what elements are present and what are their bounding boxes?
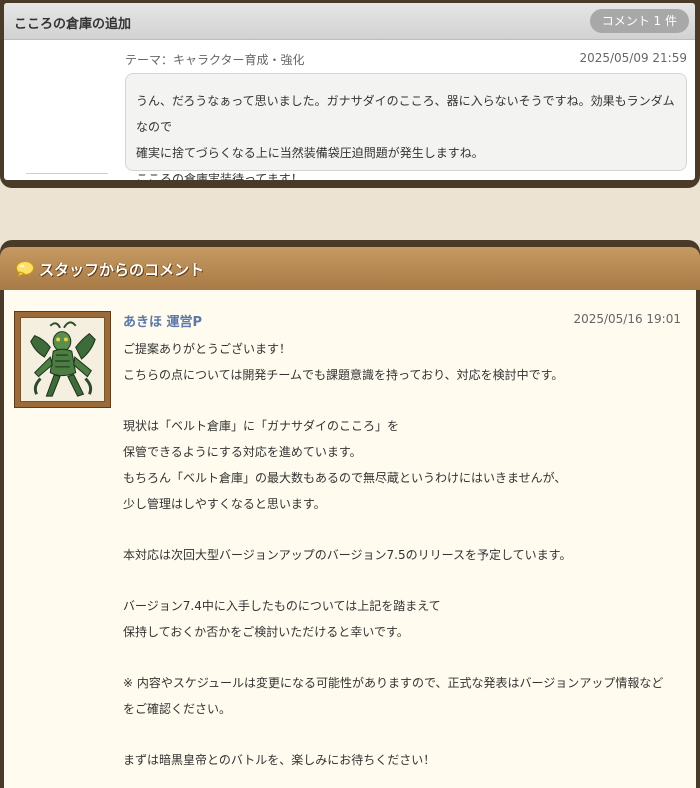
speech-bubble-icon [16,261,34,277]
post-line: うん、だろうなぁって思いました。ガナサダイのこころ、器に入らないそうですね。効果… [136,94,675,134]
staff-line: ご提案ありがとうございます！ [123,342,292,356]
staff-line: をご確認ください。 [123,702,232,716]
staff-line [123,645,688,670]
staff-comment-body: あきほ 運営P 2025/05/16 19:01 ご提案ありがとうございます！ … [4,290,696,788]
post-body: うん、だろうなぁって思いました。ガナサダイのこころ、器に入らないそうですね。効果… [125,73,687,180]
staff-comment-text: ご提案ありがとうございます！ こちらの点については開発チームでも課題意識を持って… [123,336,688,773]
staff-line: まずは暗黒皇帝とのバトルを、楽しみにお待ちください！ [123,753,436,767]
post-header: こころの倉庫の追加 コメント 1 件 [4,3,695,40]
post-date: 2025/05/09 21:59 [579,51,687,65]
comment-count-badge[interactable]: コメント 1 件 [589,9,689,33]
staff-line: こちらの点については開発チームでも課題意識を持っており、対応を検討中です。 [123,368,564,382]
staff-line: もちろん「ベルト倉庫」の最大数もあるので無尽蔵というわけにはいきませんが、 [123,471,567,485]
post-panel-inner: こころの倉庫の追加 コメント 1 件 テーマ：キャラクター育成・強化 2025/… [4,3,695,180]
post-meta: テーマ：キャラクター育成・強化 2025/05/09 21:59 [125,51,687,68]
staff-comment-date: 2025/05/16 19:01 [573,312,681,326]
staff-line: バージョン7.4中に入手したものについては上記を踏まえて [123,599,441,613]
post-line: こころの倉庫実装待ってます！ [136,172,303,180]
staff-line [123,388,688,413]
staff-line: 保持しておくか否かをご検討いただけると幸いです。 [123,625,409,639]
post-title: こころの倉庫の追加 [14,17,132,32]
staff-line [123,722,688,747]
staff-comment-title: スタッフからのコメント [39,261,205,279]
post-panel: こころの倉庫の追加 コメント 1 件 テーマ：キャラクター育成・強化 2025/… [0,0,700,188]
staff-line: 現状は「ベルト倉庫」に「ガナサダイのこころ」を [123,419,400,433]
staff-line: 保管できるようにする対応を進めています。 [123,445,362,459]
staff-comment-panel: スタッフからのコメント あきほ 運営P 2025/05/16 19:01 ご提案… [0,240,700,788]
staff-line [123,517,688,542]
staff-line: 本対応は次回大型バージョンアップのバージョン7.5のリリースを予定しています。 [123,548,572,562]
staff-line: 少し管理はしやすくなると思います。 [123,497,326,511]
staff-comment-header: スタッフからのコメント [0,247,700,290]
monster-avatar-icon [20,317,105,402]
divider [26,173,108,174]
post-line: 確実に捨てづらくなる上に当然装備袋圧迫問題が発生しますね。 [136,146,484,160]
avatar [14,311,111,408]
staff-line [123,568,688,593]
staff-name[interactable]: あきほ 運営P [123,311,202,330]
staff-line: ※ 内容やスケジュールは変更になる可能性がありますので、正式な発表はバージョンア… [123,676,664,690]
post-theme: テーマ：キャラクター育成・強化 [125,53,305,67]
